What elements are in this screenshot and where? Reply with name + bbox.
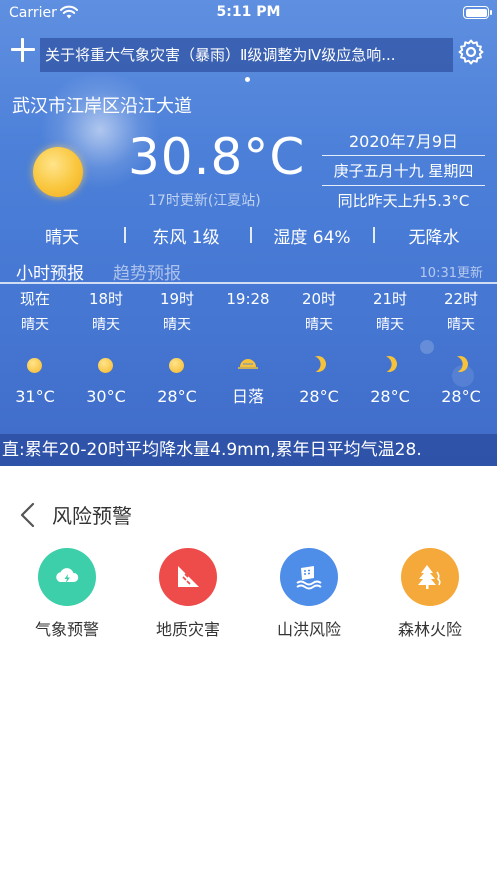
hour-temperature: 30°C [86, 387, 126, 406]
forecast-update-time: 10:31更新 [419, 266, 483, 281]
sun-icon [98, 358, 113, 373]
tab-hourly-forecast[interactable]: 小时预报 [16, 259, 84, 284]
hour-condition: 晴天 [305, 317, 333, 333]
condition-weather: 晴天 [45, 228, 79, 248]
condition-precipitation: 无降水 [408, 228, 460, 248]
risk-item-weather-alert[interactable]: 气象预警 [12, 548, 122, 640]
hour-time: 21时 [372, 290, 408, 308]
risk-item-label: 森林火险 [397, 620, 462, 639]
risk-header: 风险预警 [0, 494, 497, 534]
sun-icon [33, 147, 83, 197]
sun-icon [169, 358, 184, 373]
hour-condition: 晴天 [163, 317, 191, 333]
hour-temperature: 28°C [299, 387, 339, 406]
divider [0, 282, 497, 284]
divider [124, 227, 126, 243]
hour-condition: 晴天 [447, 317, 475, 333]
moon-icon [307, 353, 328, 374]
hour-time: 19:28 [226, 290, 270, 308]
hourly-item: 19:28 日落 [218, 288, 278, 408]
page-indicator-dot [245, 77, 250, 82]
location-label[interactable]: 武汉市江岸区沿江大道 [12, 92, 192, 118]
tab-trend-forecast[interactable]: 趋势预报 [113, 259, 181, 284]
climate-ticker: 直:累年20-20时平均降水量4.9mm,累年日平均气温28. [0, 434, 497, 466]
condition-wind: 东风 1级 [152, 228, 220, 248]
battery-icon [463, 6, 492, 19]
add-city-icon[interactable] [9, 36, 37, 64]
status-time: 5:11 PM [216, 4, 281, 20]
hourly-item: 22时 晴天 28°C [431, 288, 491, 408]
hour-condition: 晴天 [376, 317, 404, 333]
temperature-comparison: 同比昨天上升5.3°C [322, 185, 485, 215]
hour-condition: 晴天 [92, 317, 120, 333]
hour-temperature: 31°C [15, 387, 55, 406]
lunar-date: 庚子五月十九 星期四 [322, 155, 485, 185]
hour-temperature: 28°C [441, 387, 481, 406]
hour-temperature: 日落 [231, 387, 264, 406]
risk-section-title: 风险预警 [52, 504, 132, 528]
hour-condition [218, 314, 278, 336]
risk-item-forest-fire[interactable]: 森林火险 [375, 548, 485, 640]
divider [373, 227, 375, 243]
hour-time: 22时 [443, 290, 479, 308]
hourly-item: 20时 晴天 28°C [289, 288, 349, 408]
sun-icon [27, 358, 42, 373]
gregorian-date: 2020年7月9日 [348, 132, 459, 151]
moon-icon [449, 353, 470, 374]
hour-time: 20时 [301, 290, 337, 308]
hourly-item: 19时 晴天 28°C [147, 288, 207, 408]
risk-item-flash-flood[interactable]: 山洪风险 [254, 548, 364, 640]
hourly-item: 18时 晴天 30°C [76, 288, 136, 408]
divider [250, 227, 252, 243]
hour-time: 19时 [159, 290, 195, 308]
hour-temperature: 28°C [157, 387, 197, 406]
risk-item-label: 地质灾害 [155, 620, 220, 639]
conditions-row: 晴天 东风 1级 湿度 64% 无降水 [0, 223, 497, 249]
weather-alert-icon [38, 548, 96, 606]
forest-fire-icon [401, 548, 459, 606]
moon-icon [378, 353, 399, 374]
risk-item-label: 山洪风险 [276, 620, 341, 639]
hour-time: 现在 [19, 290, 50, 308]
condition-humidity: 湿度 64% [273, 228, 351, 248]
hourly-item: 21时 晴天 28°C [360, 288, 420, 408]
alert-marquee[interactable]: 关于将重大气象灾害（暴雨）Ⅱ级调整为Ⅳ级应急响... [40, 38, 453, 72]
landslide-icon [159, 548, 217, 606]
hour-temperature: 28°C [370, 387, 410, 406]
status-bar: Carrier 5:11 PM [0, 0, 497, 26]
current-temperature: 30.8°C [128, 128, 306, 186]
sunset-icon [238, 359, 258, 369]
settings-gear-icon[interactable] [457, 38, 485, 66]
update-station: 17时更新(江夏站) [148, 193, 261, 209]
hour-condition: 晴天 [21, 317, 49, 333]
risk-item-label: 气象预警 [34, 620, 99, 639]
risk-item-geological-hazard[interactable]: 地质灾害 [133, 548, 243, 640]
hour-time: 18时 [88, 290, 124, 308]
date-box: 2020年7月9日 庚子五月十九 星期四 同比昨天上升5.3°C [322, 128, 485, 215]
weather-panel: Carrier 5:11 PM 关于将重大气象灾害（暴雨）Ⅱ级调整为Ⅳ级应急响.… [0, 0, 497, 466]
hourly-item: 现在 晴天 31°C [5, 288, 65, 408]
flood-icon [280, 548, 338, 606]
back-chevron-icon[interactable] [18, 502, 38, 528]
